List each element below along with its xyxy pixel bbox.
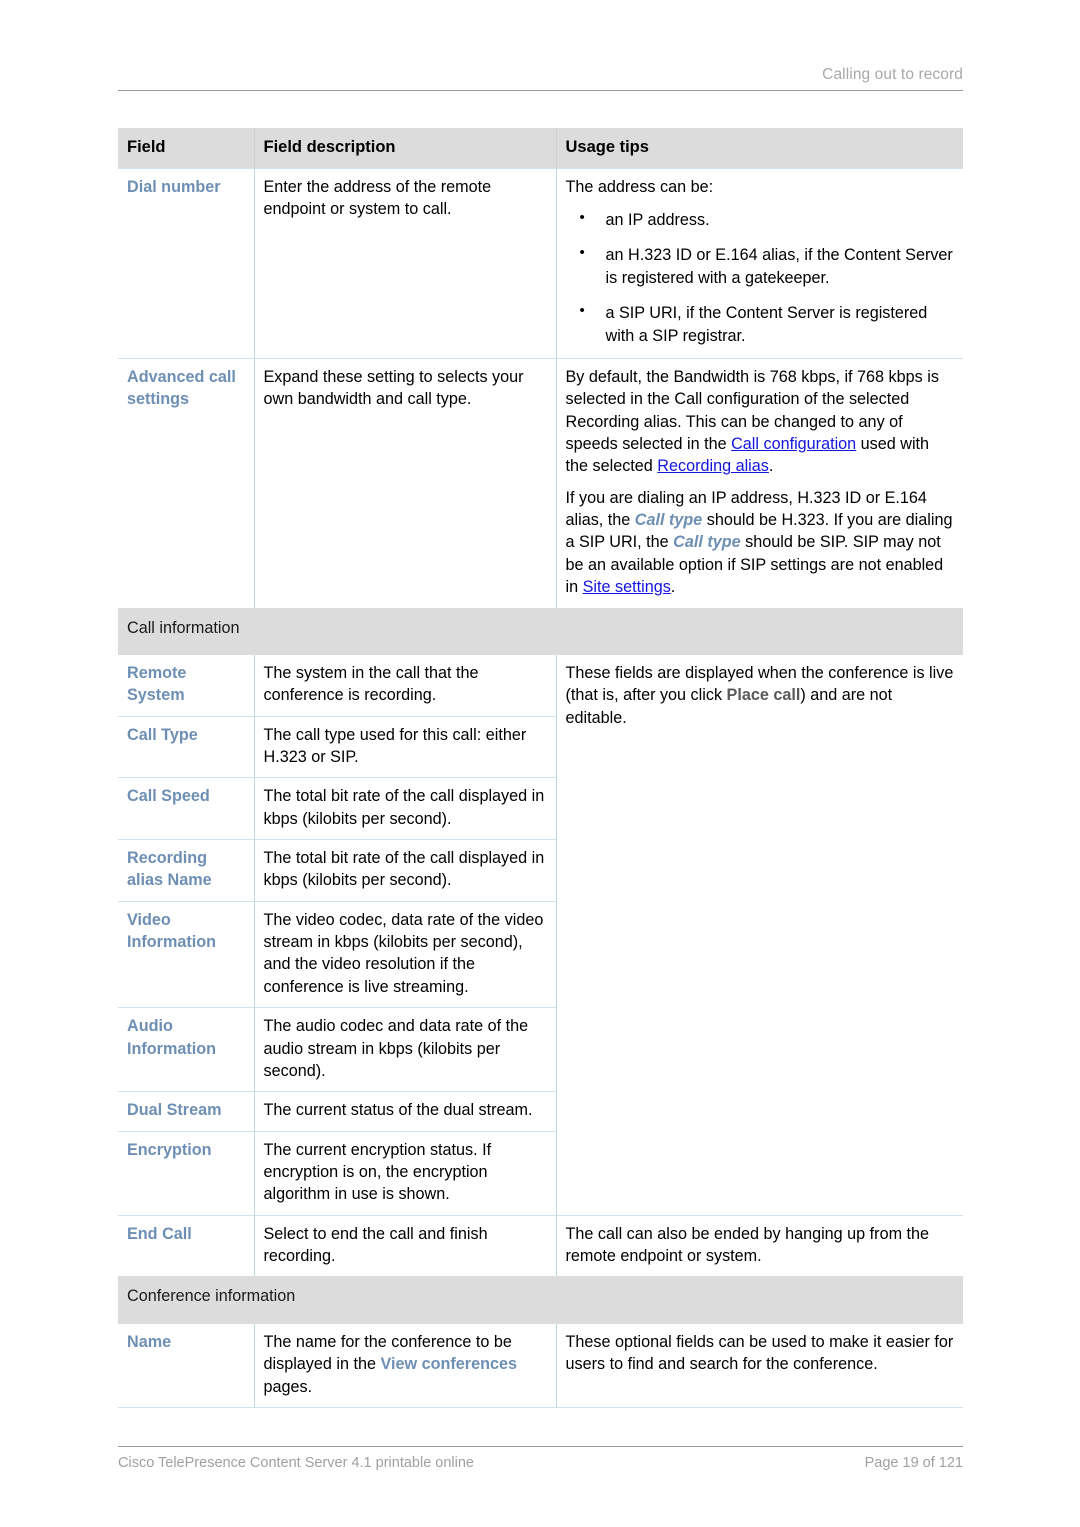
field-description-name: The name for the conference to be displa… — [254, 1323, 557, 1408]
ui-label-call-type: Call type — [634, 511, 703, 530]
field-label-audio-information: Audio Information — [118, 1007, 255, 1092]
field-label-encryption: Encryption — [118, 1130, 255, 1216]
link-call-configuration[interactable]: Call configuration — [731, 435, 856, 453]
table-row: Dial number Enter the address of the rem… — [118, 167, 963, 359]
field-description-dial-number: Enter the address of the remote endpoint… — [254, 167, 557, 359]
table-row: End Call Select to end the call and fini… — [118, 1214, 963, 1277]
field-label-call-speed: Call Speed — [118, 777, 255, 840]
field-label-name: Name — [118, 1323, 255, 1408]
text-fragment: . — [768, 457, 774, 476]
table-row: Name The name for the conference to be d… — [118, 1323, 963, 1408]
section-band-conference-information: Conference information — [118, 1276, 963, 1324]
field-label-end-call: End Call — [118, 1214, 255, 1277]
header-divider — [118, 90, 963, 91]
field-description-recording-alias-name: The total bit rate of the call displayed… — [254, 839, 557, 902]
list-item: an IP address. — [580, 208, 955, 231]
field-description-audio-information: The audio codec and data rate of the aud… — [254, 1007, 557, 1092]
tips-intro-text: The address can be: — [565, 177, 714, 196]
field-description-call-speed: The total bit rate of the call displayed… — [254, 777, 557, 840]
field-description-end-call: Select to end the call and finish record… — [254, 1214, 557, 1277]
tips-paragraph-live-fields: These fields are displayed when the conf… — [566, 662, 955, 729]
usage-tips-name: These optional fields can be used to mak… — [556, 1323, 963, 1408]
section-band-label: Conference information — [118, 1276, 963, 1324]
ui-label-place-call: Place call — [726, 686, 801, 705]
field-label-remote-system: Remote System — [118, 654, 255, 717]
list-item: an H.323 ID or E.164 alias, if the Conte… — [580, 243, 955, 289]
field-description-video-information: The video codec, data rate of the video … — [254, 900, 557, 1008]
tips-paragraph-bandwidth: By default, the Bandwidth is 768 kbps, i… — [566, 366, 955, 478]
section-band-label: Call information — [118, 607, 963, 655]
text-fragment: pages. — [263, 1377, 313, 1396]
usage-tips-advanced-call-settings: By default, the Bandwidth is 768 kbps, i… — [556, 357, 963, 608]
section-band-call-information: Call information — [118, 607, 963, 655]
tips-bullet-list: an IP address. an H.323 ID or E.164 alia… — [566, 208, 955, 347]
table-row: Advanced call settings Expand these sett… — [118, 357, 963, 608]
usage-tips-dial-number: The address can be: an IP address. an H.… — [556, 167, 963, 359]
text-fragment: . — [670, 578, 676, 597]
column-header-field-description: Field description — [253, 128, 556, 169]
column-header-usage-tips: Usage tips — [555, 128, 963, 169]
field-label-recording-alias-name: Recording alias Name — [118, 839, 255, 902]
document-page: Calling out to record Field Field descri… — [0, 0, 1080, 1527]
footer-divider — [118, 1446, 963, 1447]
field-label-advanced-call-settings: Advanced call settings — [118, 357, 255, 608]
link-recording-alias[interactable]: Recording alias — [657, 457, 769, 475]
running-header-title: Calling out to record — [822, 66, 963, 83]
footer-page-number: Page 19 of 121 — [864, 1455, 963, 1471]
field-description-advanced-call-settings: Expand these setting to selects your own… — [254, 357, 557, 608]
list-item: a SIP URI, if the Content Server is regi… — [580, 301, 955, 347]
table-header-row: Field Field description Usage tips — [118, 128, 963, 169]
field-description-call-type: The call type used for this call: either… — [254, 715, 557, 778]
field-description-remote-system: The system in the call that the conferen… — [254, 654, 557, 717]
table-row: Remote System The system in the call tha… — [118, 654, 963, 727]
field-label-dual-stream: Dual Stream — [118, 1091, 255, 1132]
ui-label-call-type: Call type — [673, 533, 741, 552]
ui-label-view-conferences: View conferences — [380, 1355, 517, 1374]
usage-tips-end-call: The call can also be ended by hanging up… — [556, 1214, 963, 1277]
tips-paragraph-call-type: If you are dialing an IP address, H.323 … — [566, 487, 955, 599]
field-label-call-type: Call Type — [118, 715, 255, 778]
link-site-settings[interactable]: Site settings — [583, 578, 671, 596]
footer-document-title: Cisco TelePresence Content Server 4.1 pr… — [118, 1455, 474, 1471]
field-reference-table: Field Field description Usage tips Dial … — [118, 128, 963, 1408]
field-description-dual-stream: The current status of the dual stream. — [254, 1091, 557, 1132]
column-header-field: Field — [118, 128, 254, 169]
field-label-dial-number: Dial number — [118, 167, 255, 359]
field-label-video-information: Video Information — [118, 900, 255, 1008]
usage-tips-call-information: These fields are displayed when the conf… — [556, 655, 963, 1215]
field-description-encryption: The current encryption status. If encryp… — [254, 1130, 557, 1216]
